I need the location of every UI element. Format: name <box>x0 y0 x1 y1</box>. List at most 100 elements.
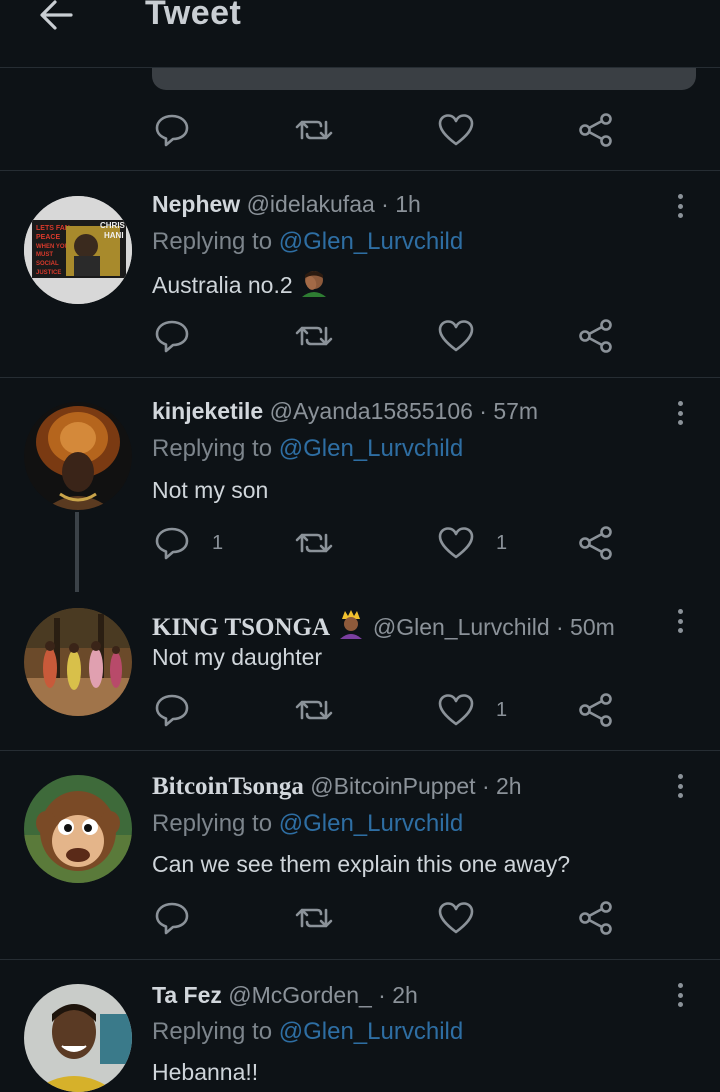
tweet-header: kinjeketile @Ayanda15855106 · 57m <box>152 398 538 425</box>
like-button[interactable] <box>436 318 476 354</box>
replying-label: Replying to <box>152 228 273 255</box>
retweet-button[interactable] <box>294 692 334 728</box>
replying-label: Replying to <box>152 810 273 837</box>
reply-tweet[interactable]: Ta Fez @McGorden_ · 2h Replying to @Glen… <box>0 960 720 1092</box>
retweet-button[interactable] <box>294 112 334 148</box>
avatar[interactable]: LETS FAN PEACE WHEN YOU MUST SOCIAL JUST… <box>24 196 132 304</box>
retweet-button[interactable] <box>294 525 334 561</box>
share-button[interactable] <box>576 112 616 148</box>
avatar[interactable] <box>24 608 132 716</box>
reply-icon <box>155 694 189 727</box>
back-button[interactable] <box>36 0 76 32</box>
display-name[interactable]: KING TSONGA <box>152 614 330 641</box>
tweet-header: Ta Fez @McGorden_ · 2h <box>152 982 418 1009</box>
like-button[interactable]: 1 <box>436 525 507 561</box>
retweet-button[interactable] <box>294 900 334 936</box>
like-button[interactable]: 1 <box>436 692 507 728</box>
more-options-icon[interactable] <box>670 606 690 636</box>
retweet-icon <box>295 120 333 140</box>
top-bar: Tweet <box>0 0 720 68</box>
tweet-actions: 1 <box>152 692 622 732</box>
reply-icon <box>155 527 189 560</box>
reply-tweet[interactable]: kinjeketile @Ayanda15855106 · 57m Replyi… <box>0 378 720 592</box>
replying-label: Replying to <box>152 1018 273 1045</box>
heart-icon <box>438 114 474 146</box>
poster-text: WHEN YOU <box>36 244 69 250</box>
poster-text: MUST <box>36 252 53 258</box>
page-title: Tweet <box>145 0 242 32</box>
facepalm-emoji-icon <box>302 271 327 297</box>
more-options-icon[interactable] <box>670 771 690 801</box>
reply-button[interactable] <box>152 900 192 936</box>
reply-button[interactable] <box>152 318 192 354</box>
retweet-icon <box>295 700 333 720</box>
replying-to: Replying to @Glen_Lurvchild <box>152 1018 463 1046</box>
share-button[interactable] <box>576 525 616 561</box>
tweet-text: Australia no.2 <box>152 269 329 299</box>
retweet-icon <box>295 533 333 553</box>
poster-text: LETS FAN <box>36 225 70 232</box>
heart-icon <box>438 527 474 559</box>
poster-text: CHRIS <box>100 221 126 230</box>
arrow-left-icon <box>40 0 73 30</box>
more-options-icon[interactable] <box>670 191 690 221</box>
tweet-header: Nephew @idelakufaa · 1h <box>152 191 421 218</box>
retweet-icon <box>295 326 333 346</box>
reply-icon <box>155 902 189 935</box>
replying-to: Replying to @Glen_Lurvchild <box>152 228 463 256</box>
poster-text: PEACE <box>36 234 60 241</box>
tweet-header: BitcoinTsonga @BitcoinPuppet · 2h <box>152 773 522 801</box>
share-icon <box>579 693 612 727</box>
display-name[interactable]: BitcoinTsonga <box>152 773 304 800</box>
share-button[interactable] <box>576 318 616 354</box>
avatar[interactable] <box>24 402 132 510</box>
more-options-icon[interactable] <box>670 398 690 428</box>
share-icon <box>579 113 612 147</box>
tweet-actions <box>152 318 622 358</box>
tweet-actions: 1 1 <box>152 525 622 565</box>
share-button[interactable] <box>576 692 616 728</box>
reply-button[interactable] <box>152 112 192 148</box>
avatar[interactable] <box>24 984 132 1092</box>
like-count: 1 <box>496 531 508 554</box>
retweet-button[interactable] <box>294 318 334 354</box>
mention-link[interactable]: @Glen_Lurvchild <box>279 228 463 255</box>
display-name[interactable]: Nephew <box>152 191 240 217</box>
share-icon <box>579 319 612 353</box>
replying-to: Replying to @Glen_Lurvchild <box>152 810 463 838</box>
handle-and-time: @Glen_Lurvchild · 50m <box>372 614 615 640</box>
handle-and-time: @McGorden_ · 2h <box>228 982 418 1008</box>
replying-to: Replying to @Glen_Lurvchild <box>152 435 463 463</box>
display-name[interactable]: Ta Fez <box>152 982 222 1008</box>
like-button[interactable] <box>436 112 476 148</box>
tweet-text: Hebanna!! <box>152 1059 259 1085</box>
poster-text: SOCIAL <box>36 261 59 267</box>
handle-and-time: @idelakufaa · 1h <box>246 191 421 217</box>
like-button[interactable] <box>436 900 476 936</box>
mention-link[interactable]: @Glen_Lurvchild <box>279 810 463 837</box>
reply-button[interactable] <box>152 692 192 728</box>
heart-icon <box>438 902 474 934</box>
reply-tweet[interactable]: LETS FAN PEACE WHEN YOU MUST SOCIAL JUST… <box>0 171 720 377</box>
share-icon <box>579 526 612 560</box>
display-name[interactable]: kinjeketile <box>152 398 263 424</box>
mention-link[interactable]: @Glen_Lurvchild <box>279 1018 463 1045</box>
main-tweet-actions <box>152 112 622 152</box>
more-options-icon[interactable] <box>670 980 690 1010</box>
poster-text: HANI <box>104 231 124 240</box>
poster-text: JUSTICE <box>36 270 61 276</box>
share-icon <box>579 901 612 935</box>
retweet-icon <box>295 908 333 928</box>
reply-tweet[interactable]: KING TSONGA @Glen_Lurvchild · 50m Not my… <box>0 590 720 750</box>
avatar[interactable] <box>24 775 132 883</box>
reply-button[interactable]: 1 <box>152 525 223 561</box>
mention-link[interactable]: @Glen_Lurvchild <box>279 435 463 462</box>
reply-tweet[interactable]: BitcoinTsonga @BitcoinPuppet · 2h Replyi… <box>0 751 720 959</box>
heart-icon <box>438 320 474 352</box>
original-tweet-media-bottom[interactable] <box>152 68 696 90</box>
tweet-text: Not my son <box>152 477 269 503</box>
reply-icon <box>155 114 189 147</box>
share-button[interactable] <box>576 900 616 936</box>
replying-label: Replying to <box>152 435 273 462</box>
handle-and-time: @BitcoinPuppet · 2h <box>310 773 522 799</box>
